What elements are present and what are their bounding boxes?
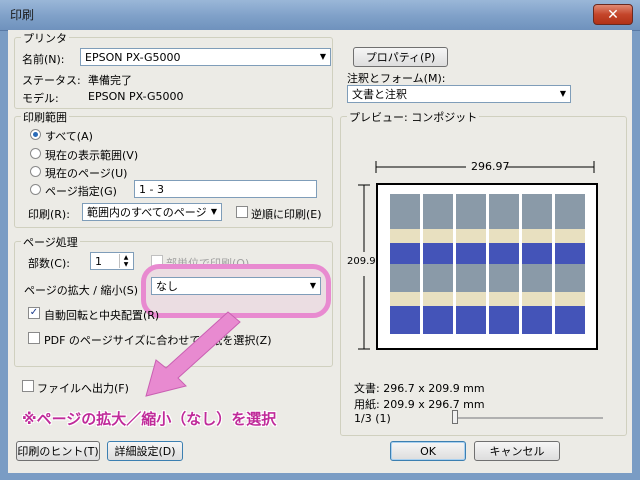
status-value: 準備完了 — [88, 74, 132, 87]
printer-name-value: EPSON PX-G5000 — [85, 50, 181, 64]
status-label: ステータス: — [22, 74, 81, 87]
radio-all[interactable] — [30, 129, 41, 140]
autorotate-checkbox[interactable]: ✓ — [28, 307, 40, 319]
radio-current-page[interactable] — [30, 166, 41, 177]
notes-value: 文書と注釈 — [352, 88, 407, 101]
range-group-label: 印刷範囲 — [21, 109, 69, 125]
page-indicator: 1/3 (1) — [354, 412, 391, 425]
model-value: EPSON PX-G5000 — [88, 90, 184, 103]
pdf-size-checkbox[interactable] — [28, 332, 40, 344]
copies-input[interactable]: 1 ▲ ▼ — [90, 252, 134, 270]
radio-current-page-label: 現在のページ(U) — [45, 167, 128, 180]
scaling-label: ページの拡大 / 縮小(S) — [24, 284, 139, 297]
chevron-down-icon: ▼ — [559, 89, 566, 98]
chevron-down-icon: ▼ — [309, 281, 316, 290]
chevron-down-icon: ▼ — [210, 207, 217, 216]
notes-select[interactable]: 文書と注釈 ▼ — [347, 85, 571, 103]
ok-button[interactable]: OK — [390, 441, 466, 461]
tips-button[interactable]: 印刷のヒント(T) — [16, 441, 100, 461]
chevron-down-icon: ▼ — [319, 52, 326, 61]
radio-current-view[interactable] — [30, 148, 41, 159]
reverse-checkbox[interactable] — [236, 206, 248, 218]
reverse-label: 逆順に印刷(E) — [251, 208, 322, 221]
properties-button[interactable]: プロパティ(P) — [353, 47, 448, 67]
print-subset-select[interactable]: 範囲内のすべてのページ ▼ — [82, 203, 222, 221]
preview-title: プレビュー: コンポジット — [347, 109, 480, 125]
printer-name-label: 名前(N): — [22, 53, 65, 66]
spinner-icon[interactable]: ▲ ▼ — [119, 254, 132, 268]
radio-pages[interactable] — [30, 184, 41, 195]
height-dimension-icon — [354, 184, 374, 350]
radio-pages-label: ページ指定(G) — [45, 185, 117, 198]
preview-image — [390, 194, 586, 334]
preview-page — [376, 183, 598, 350]
page-slider-thumb[interactable] — [452, 410, 458, 424]
page-slider-track[interactable] — [453, 417, 603, 419]
title-bar: 印刷 ✕ — [0, 0, 640, 31]
scaling-value: なし — [156, 280, 178, 293]
print-subset-value: 範囲内のすべてのページ — [87, 206, 207, 219]
dialog-body: プリンタ 名前(N): EPSON PX-G5000 ▼ ステータス: 準備完了… — [8, 30, 632, 473]
close-button[interactable]: ✕ — [593, 4, 633, 25]
printer-name-select[interactable]: EPSON PX-G5000 ▼ — [80, 48, 331, 66]
notes-label: 注釈とフォーム(M): — [347, 72, 446, 85]
cancel-button[interactable]: キャンセル — [474, 441, 560, 461]
window-title: 印刷 — [10, 8, 35, 22]
advanced-button[interactable]: 詳細設定(D) — [107, 441, 183, 461]
preview-width: 296.97 — [471, 160, 510, 173]
printer-group-label: プリンタ — [21, 30, 69, 46]
radio-current-view-label: 現在の表示範囲(V) — [45, 149, 139, 162]
model-label: モデル: — [22, 92, 59, 105]
annotation-caption: ※ページの拡大／縮小（なし）を選択 — [22, 410, 277, 428]
print-to-file-checkbox[interactable] — [22, 380, 34, 392]
copies-label: 部数(C): — [28, 257, 70, 270]
pages-input[interactable]: 1 - 3 — [134, 180, 317, 198]
handling-group-label: ページ処理 — [21, 234, 80, 250]
scaling-select[interactable]: なし ▼ — [151, 277, 321, 295]
print-to-file-label: ファイルへ出力(F) — [37, 382, 129, 395]
doc-size: 文書: 296.7 x 209.9 mm — [354, 382, 485, 395]
print-label: 印刷(R): — [28, 208, 70, 221]
annotation-arrow-icon — [145, 311, 241, 397]
copies-value: 1 — [95, 254, 102, 268]
radio-all-label: すべて(A) — [45, 130, 93, 143]
paper-size: 用紙: 209.9 x 296.7 mm — [354, 398, 485, 411]
